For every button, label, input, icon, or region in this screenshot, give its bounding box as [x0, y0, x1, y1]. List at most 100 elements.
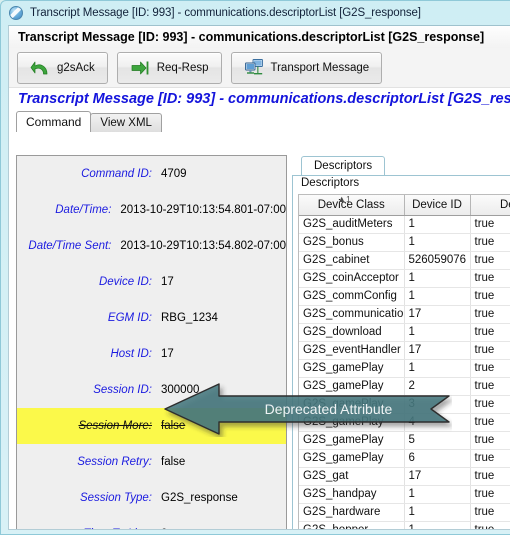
table-cell: 6 [404, 449, 471, 468]
table-row[interactable]: G2S_hopper1true [299, 521, 510, 529]
table-cell: 526059076 [404, 251, 471, 270]
table-row[interactable]: G2S_handpay 1 true [299, 485, 510, 504]
network-monitors-icon [244, 58, 263, 74]
field-label: Session Retry: [77, 456, 152, 468]
tabstrip: Command View XML [9, 110, 510, 132]
table-row[interactable]: G2S_gamePlay 1 true [299, 359, 510, 378]
field-value: 0 [161, 528, 167, 529]
field-row-date-time: Date/Time: 2013-10-29T10:13:54.801-07:00 [17, 192, 286, 228]
blue-subtitle: Transcript Message [ID: 993] - communica… [9, 88, 510, 110]
table-cell: G2S_gamePlay [299, 449, 405, 468]
field-label: Date/Time Sent: [28, 240, 112, 252]
table-cell: G2S_handpay [299, 485, 405, 504]
table-cell: G2S_gamePlay [299, 377, 405, 396]
table-cell: true [470, 521, 510, 529]
table-cell: G2S_hopper [299, 521, 405, 529]
command-detail-panel: Command ID: 4709 Date/Time: 2013-10-29T1… [16, 155, 287, 529]
table-row[interactable]: G2S_auditMeters 1 true [299, 215, 510, 234]
table-row[interactable]: G2S_commConfig 1 true [299, 287, 510, 306]
table-cell: true [470, 467, 510, 486]
descriptors-grid-container[interactable]: ▲1 Device Class Device ID Device Active [298, 194, 510, 529]
descriptors-grid: ▲1 Device Class Device ID Device Active [299, 195, 510, 529]
table-row[interactable]: G2S_eventHandler 17 true [299, 341, 510, 360]
table-row[interactable]: G2S_hardware 1 true [299, 503, 510, 522]
client-area: Transcript Message [ID: 993] - communica… [8, 25, 510, 530]
g2sack-button[interactable]: g2sAck [17, 51, 108, 84]
table-cell: true [470, 485, 510, 504]
table-cell: G2S_bonus [299, 233, 405, 252]
table-cell: true [470, 503, 510, 522]
table-row[interactable]: G2S_download 1 true [299, 323, 510, 342]
table-row[interactable]: G2S_bonus 1 true [299, 233, 510, 252]
main-content: Command ID: 4709 Date/Time: 2013-10-29T1… [9, 155, 510, 529]
field-row-command-id: Command ID: 4709 [17, 156, 286, 192]
table-cell: 1 [404, 215, 471, 234]
table-cell: G2S_auditMeters [299, 215, 405, 234]
descriptors-groupbox: Descriptors ▲1 Device Class Device ID D … [292, 175, 510, 529]
table-row[interactable]: G2S_communications17true [299, 305, 510, 324]
table-row[interactable]: G2S_gat 17 true [299, 467, 510, 486]
field-row-egm-id: EGM ID: RBG_1234 [17, 300, 286, 336]
field-value: 17 [161, 276, 174, 288]
column-header-device-class[interactable]: ▲1 Device Class [299, 195, 405, 216]
table-row[interactable]: G2S_gamePlay 4 true [299, 413, 510, 432]
table-row[interactable]: G2S_gamePlay 3 true [299, 395, 510, 414]
table-cell: G2S_gamePlay [299, 395, 405, 414]
right-arrow-icon [131, 61, 149, 74]
descriptors-grid-body: G2S_auditMeters 1 true G2S_bonus 1 true G2S_ca… [299, 215, 510, 529]
table-cell: true [470, 251, 510, 270]
table-cell: true [470, 413, 510, 432]
tab-command[interactable]: Command [16, 111, 92, 132]
table-cell: 1 [404, 521, 471, 529]
table-cell: true [470, 377, 510, 396]
table-cell: G2S_gat [299, 467, 405, 486]
table-row[interactable]: G2S_gamePlay 6 true [299, 449, 510, 468]
table-row[interactable]: G2S_gamePlay 2 true [299, 377, 510, 396]
table-cell: true [470, 395, 510, 414]
table-cell: true [470, 305, 510, 324]
table-cell: true [470, 233, 510, 252]
disc-icon [9, 6, 23, 20]
transport-message-button[interactable]: Transport Message [230, 51, 383, 84]
req-resp-button[interactable]: Req-Resp [116, 51, 222, 84]
column-header-device-active[interactable]: Device Active [470, 195, 510, 216]
descriptors-group-label: Descriptors [299, 177, 362, 189]
field-label: Host ID: [110, 348, 152, 360]
field-row-session-retry: Session Retry: false [17, 444, 286, 480]
table-row[interactable]: G2S_coinAcceptor 1 true [299, 269, 510, 288]
grid-header-row: ▲1 Device Class Device ID Device Active [299, 195, 510, 216]
table-cell: G2S_eventHandler [299, 341, 405, 360]
table-cell: 5 [404, 431, 471, 450]
table-cell: 1 [404, 287, 471, 306]
table-cell: 17 [404, 341, 471, 360]
table-row[interactable]: G2S_gamePlay 5 true [299, 431, 510, 450]
field-label: EGM ID: [107, 312, 152, 324]
field-row-date-time-sent: Date/Time Sent: 2013-10-29T10:13:54.802-… [17, 228, 286, 264]
field-value: 300000 [161, 384, 200, 396]
field-value: RBG_1234 [161, 312, 218, 324]
descriptors-tabstrip: Descriptors [292, 155, 510, 175]
table-cell: 1 [404, 503, 471, 522]
table-cell: 3 [404, 395, 471, 414]
table-cell: true [470, 215, 510, 234]
field-value: 4709 [161, 168, 187, 180]
field-label: Session More: [78, 420, 152, 432]
table-cell: G2S_coinAcceptor [299, 269, 405, 288]
table-cell: true [470, 323, 510, 342]
tab-view-xml[interactable]: View XML [90, 113, 162, 132]
message-header-title: Transcript Message [ID: 993] - communica… [18, 30, 485, 44]
tab-view-xml-label: View XML [100, 117, 152, 129]
column-header-device-id[interactable]: Device ID [404, 195, 471, 216]
table-cell: true [470, 269, 510, 288]
field-label: Session Type: [79, 492, 152, 504]
tab-descriptors[interactable]: Descriptors [301, 156, 386, 175]
table-cell: 1 [404, 233, 471, 252]
table-cell: G2S_communications [299, 305, 405, 324]
column-header-label: Device Active [499, 198, 510, 211]
table-cell: true [470, 449, 510, 468]
table-cell: true [470, 341, 510, 360]
field-label: Time To Live: [17, 528, 161, 529]
table-row[interactable]: G2S_cabinet 526059076 true [299, 251, 510, 270]
tab-command-label: Command [26, 115, 82, 129]
field-value: 17 [161, 348, 174, 360]
